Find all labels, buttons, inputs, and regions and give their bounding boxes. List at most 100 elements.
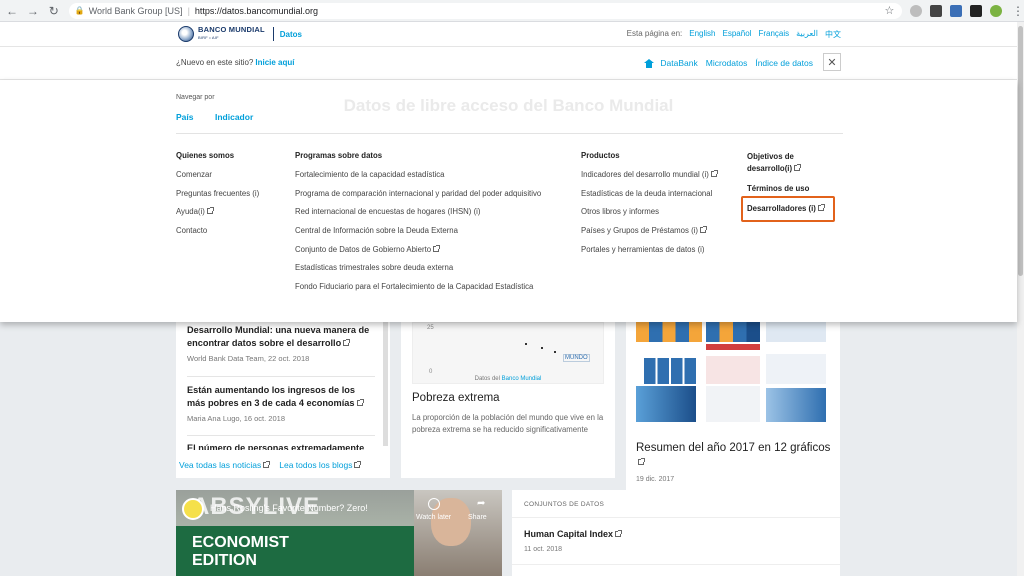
browser-toolbar: ← → ↻ 🔒 World Bank Group [US] | https://… bbox=[0, 0, 1024, 22]
share-icon[interactable]: ➦ bbox=[472, 498, 485, 509]
divider bbox=[512, 564, 840, 565]
video-title[interactable]: Hans Rosling's Favorite Number? Zero! bbox=[210, 503, 368, 513]
infographic-thumbnail bbox=[766, 354, 826, 384]
menu-item-fondo-fiduciario[interactable]: Fondo Fiduciario para el Fortalecimiento… bbox=[295, 282, 541, 301]
reload-icon[interactable]: ↻ bbox=[45, 2, 63, 20]
chart-point bbox=[525, 343, 527, 345]
menu-item-ayuda[interactable]: Ayuda(i) bbox=[176, 207, 259, 226]
external-link-icon bbox=[710, 170, 718, 177]
external-link-icon bbox=[794, 164, 802, 171]
site-header: BANCO MUNDIAL BIRF • AIF Datos Esta pági… bbox=[0, 22, 1017, 47]
address-bar[interactable]: 🔒 World Bank Group [US] | https://datos.… bbox=[68, 2, 903, 19]
menu-item-portales[interactable]: Portales y herramientas de datos (i) bbox=[581, 245, 717, 264]
forward-icon[interactable]: → bbox=[24, 2, 42, 20]
extension-icon[interactable] bbox=[930, 4, 943, 17]
column-heading: Productos bbox=[581, 151, 620, 160]
extension-icon[interactable] bbox=[950, 4, 963, 17]
databank-link[interactable]: DataBank bbox=[660, 58, 697, 68]
menu-item-fortalecimiento[interactable]: Fortalecimiento de la capacidad estadíst… bbox=[295, 170, 541, 189]
menu-item-deuda-internacional[interactable]: Estadísticas de la deuda internacional bbox=[581, 189, 717, 208]
menu-item-wdi[interactable]: Indicadores del desarrollo mundial (i) bbox=[581, 170, 718, 189]
all-news-link[interactable]: Vea todas las noticias bbox=[179, 460, 271, 470]
news-item[interactable]: Están aumentando los ingresos de los más… bbox=[187, 384, 375, 423]
menu-item-estadisticas-trimestrales[interactable]: Estadísticas trimestrales sobre deuda ex… bbox=[295, 263, 541, 282]
column-heading: Quienes somos bbox=[176, 151, 235, 160]
news-links: Vea todas las noticias Lea todos los blo… bbox=[179, 460, 362, 470]
lang-espanol[interactable]: Español bbox=[723, 29, 752, 40]
extension-icon[interactable] bbox=[910, 4, 923, 17]
menu-item-objetivos[interactable]: Objetivos de desarrollo(i) bbox=[747, 151, 824, 175]
back-icon[interactable]: ← bbox=[3, 2, 21, 20]
menu-item-deuda-externa[interactable]: Central de Información sobre la Deuda Ex… bbox=[295, 226, 541, 245]
news-card: Desarrollo Mundial: una nueva manera de … bbox=[176, 296, 390, 478]
subheader: ¿Nuevo en este sitio? Inicie aquí DataBan… bbox=[0, 47, 1017, 80]
chart-caption: Datos del Banco Mundial bbox=[474, 376, 542, 382]
datasets-label: CONJUNTOS DE DATOS bbox=[524, 501, 605, 508]
logo-divider bbox=[272, 27, 274, 41]
quick-links: DataBank Microdatos Índice de datos bbox=[644, 58, 813, 68]
poverty-chart: 25 0 MUNDO Datos del Banco Mundial bbox=[412, 322, 604, 384]
mundo-label: MUNDO bbox=[563, 354, 590, 362]
language-prompt: Esta página en: bbox=[626, 29, 683, 38]
browse-tab-indicador[interactable]: Indicador bbox=[215, 112, 253, 122]
menu-item-comenzar[interactable]: Comenzar bbox=[176, 170, 259, 189]
divider bbox=[187, 376, 375, 377]
video-economist-edition: ECONOMIST EDITION bbox=[192, 534, 289, 569]
menu-item-preguntas[interactable]: Preguntas frecuentes (i) bbox=[176, 189, 259, 208]
indice-datos-link[interactable]: Índice de datos bbox=[755, 58, 813, 68]
datos-link[interactable]: Datos bbox=[280, 30, 302, 39]
menu-item-libros[interactable]: Otros libros y informes bbox=[581, 207, 717, 226]
home-icon[interactable] bbox=[644, 58, 655, 68]
world-bank-logo[interactable]: BANCO MUNDIAL BIRF • AIF Datos bbox=[178, 26, 302, 42]
close-menu-button[interactable]: ✕ bbox=[823, 53, 841, 71]
channel-avatar-icon[interactable] bbox=[182, 498, 204, 520]
share-label[interactable]: Share bbox=[468, 514, 487, 521]
infographic-thumbnail bbox=[644, 358, 696, 384]
logo-text: BANCO MUNDIAL BIRF • AIF bbox=[198, 25, 265, 41]
page-scrollbar[interactable] bbox=[1017, 22, 1024, 576]
menu-item-paises-grupos[interactable]: Países y Grupos de Préstamos (i) bbox=[581, 226, 717, 245]
news-item[interactable]: El número de personas extremadamente bbox=[187, 442, 375, 450]
infographic-thumbnail bbox=[766, 388, 826, 422]
resumen-title[interactable]: Resumen del año 2017 en 12 gráficos bbox=[636, 441, 836, 469]
extension-icon[interactable] bbox=[970, 4, 983, 17]
news-item[interactable]: Desarrollo Mundial: una nueva manera de … bbox=[187, 324, 375, 363]
watch-later-icon[interactable] bbox=[428, 498, 440, 510]
scrollbar-thumb[interactable] bbox=[1018, 26, 1023, 276]
browse-tab-pais[interactable]: País bbox=[176, 112, 194, 122]
globe-icon bbox=[178, 26, 194, 42]
profile-icon[interactable] bbox=[990, 4, 1003, 17]
lang-arabic[interactable]: العربية bbox=[796, 29, 818, 40]
resumen-date: 19 dic. 2017 bbox=[636, 476, 675, 483]
menu-item-ihsn[interactable]: Red internacional de encuestas de hogare… bbox=[295, 207, 541, 226]
infographic-thumbnail bbox=[636, 320, 702, 342]
external-link-icon bbox=[615, 530, 623, 537]
language-selector: Esta página en: English Español Français… bbox=[627, 29, 841, 40]
column-heading: Programas sobre datos bbox=[295, 151, 383, 160]
bookmark-star-icon[interactable]: ☆ bbox=[884, 4, 894, 17]
page-title-behind: Datos de libre acceso del Banco Mundial bbox=[343, 96, 674, 115]
external-link-icon bbox=[343, 339, 351, 346]
external-link-icon bbox=[206, 207, 214, 215]
menu-item-contacto[interactable]: Contacto bbox=[176, 226, 259, 245]
menu-item-gobierno-abierto[interactable]: Conjunto de Datos de Gobierno Abierto bbox=[295, 244, 541, 264]
video-embed[interactable]: ABSYLIVE ECONOMIST EDITION Hans Rosling'… bbox=[176, 490, 502, 576]
dataset-title-link[interactable]: Human Capital Index bbox=[524, 529, 623, 539]
desarrolladores-highlight-box bbox=[741, 196, 835, 222]
microdatos-link[interactable]: Microdatos bbox=[706, 58, 748, 68]
menu-item-programa-comparacion[interactable]: Programa de comparación internacional y … bbox=[295, 189, 541, 208]
start-here-link[interactable]: Inicie aquí bbox=[255, 58, 294, 67]
menu-item-terminos[interactable]: Términos de uso bbox=[747, 183, 824, 195]
address-separator: | bbox=[187, 5, 190, 16]
chart-point bbox=[541, 347, 543, 349]
browser-menu-icon[interactable]: ⋮ bbox=[1012, 4, 1024, 18]
watch-later-label[interactable]: Watch later bbox=[416, 514, 451, 521]
infographic-thumbnail bbox=[706, 356, 760, 384]
lang-francais[interactable]: Français bbox=[758, 29, 789, 40]
poverty-description: La proporción de la población del mundo … bbox=[412, 413, 604, 434]
all-blogs-link[interactable]: Lea todos los blogs bbox=[279, 460, 362, 470]
poverty-title[interactable]: Pobreza extrema bbox=[412, 392, 500, 404]
url-text[interactable]: https://datos.bancomundial.org bbox=[195, 6, 318, 16]
lang-chinese[interactable]: 中文 bbox=[825, 29, 841, 40]
lang-english[interactable]: English bbox=[689, 29, 715, 40]
